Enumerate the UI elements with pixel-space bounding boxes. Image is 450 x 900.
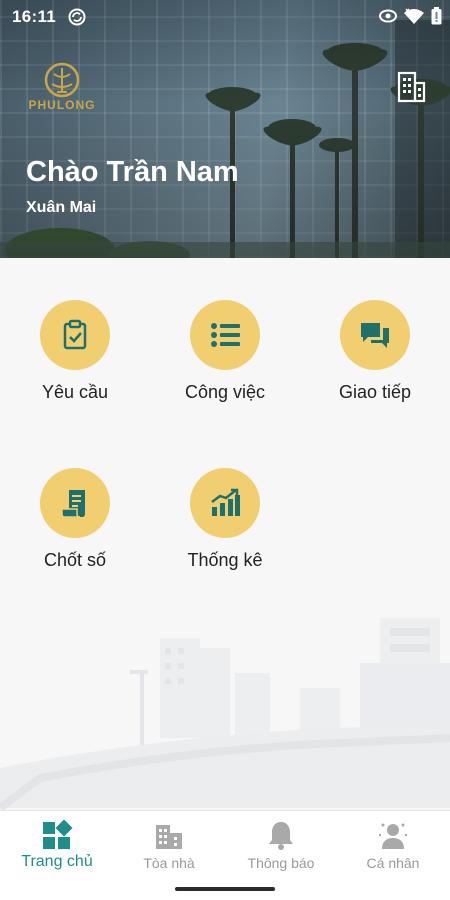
menu-label: Giao tiếp <box>338 382 412 402</box>
nav-label: Trang chủ <box>21 853 93 870</box>
main-content: Yêu cầu Công việc Giao tiếp Chốt số Thốn… <box>0 258 450 810</box>
menu-label: Công việc <box>184 382 266 402</box>
building-location: Xuân Mai <box>26 199 97 216</box>
menu-icon-circle <box>190 468 260 538</box>
sync-status-icon <box>68 8 86 26</box>
header-overlay <box>0 0 450 258</box>
nav-item-building[interactable]: Tòa nhà <box>113 811 225 883</box>
bell-icon <box>269 822 293 850</box>
menu-label: Thống kê <box>187 550 263 570</box>
menu-item-meter-reading[interactable]: Chốt số <box>0 468 150 571</box>
status-bar: 16:11 <box>0 0 450 34</box>
menu-item-requests[interactable]: Yêu cầu <box>0 300 150 403</box>
nav-label: Cá nhân <box>366 855 420 871</box>
person-icon <box>378 823 408 849</box>
menu-icon-circle <box>40 300 110 370</box>
nav-label: Thông báo <box>247 855 315 871</box>
wifi-icon <box>404 8 424 24</box>
menu-item-communication[interactable]: Giao tiếp <box>300 300 450 403</box>
greeting-title: Chào Trần Nam <box>26 156 239 188</box>
status-time: 16:11 <box>12 7 57 26</box>
clipboard-check-icon <box>63 319 87 350</box>
menu-item-statistics[interactable]: Thống kê <box>150 468 300 571</box>
dashboard-icon <box>43 819 73 849</box>
company-logo: PHULONG <box>24 62 100 116</box>
logo-text: PHULONG <box>28 98 96 112</box>
statistics-icon <box>211 488 240 516</box>
menu-icon-circle <box>190 300 260 370</box>
building-icon <box>156 825 182 849</box>
bottom-navigation: Trang chủ Tòa nhà Thông báo Cá nhân <box>0 810 450 883</box>
menu-item-tasks[interactable]: Công việc <box>150 300 300 403</box>
task-list-icon <box>211 323 240 347</box>
city-background-illustration <box>0 618 450 810</box>
nav-item-notifications[interactable]: Thông báo <box>225 811 337 883</box>
menu-icon-circle <box>340 300 410 370</box>
eye-icon <box>379 9 397 23</box>
nav-label: Tòa nhà <box>143 855 195 871</box>
nav-item-home[interactable]: Trang chủ <box>1 811 113 883</box>
battery-icon <box>431 7 442 25</box>
building-select-icon[interactable] <box>394 70 428 104</box>
gesture-bar-area <box>0 882 450 900</box>
home-indicator[interactable] <box>175 887 275 891</box>
menu-label: Yêu cầu <box>41 382 109 402</box>
meter-reading-icon <box>61 490 85 518</box>
header-banner <box>0 0 450 258</box>
menu-label: Chốt số <box>43 550 107 570</box>
chat-icon <box>361 323 389 348</box>
menu-icon-circle <box>40 468 110 538</box>
logo-emblem-icon <box>44 62 80 98</box>
nav-item-profile[interactable]: Cá nhân <box>337 811 449 883</box>
